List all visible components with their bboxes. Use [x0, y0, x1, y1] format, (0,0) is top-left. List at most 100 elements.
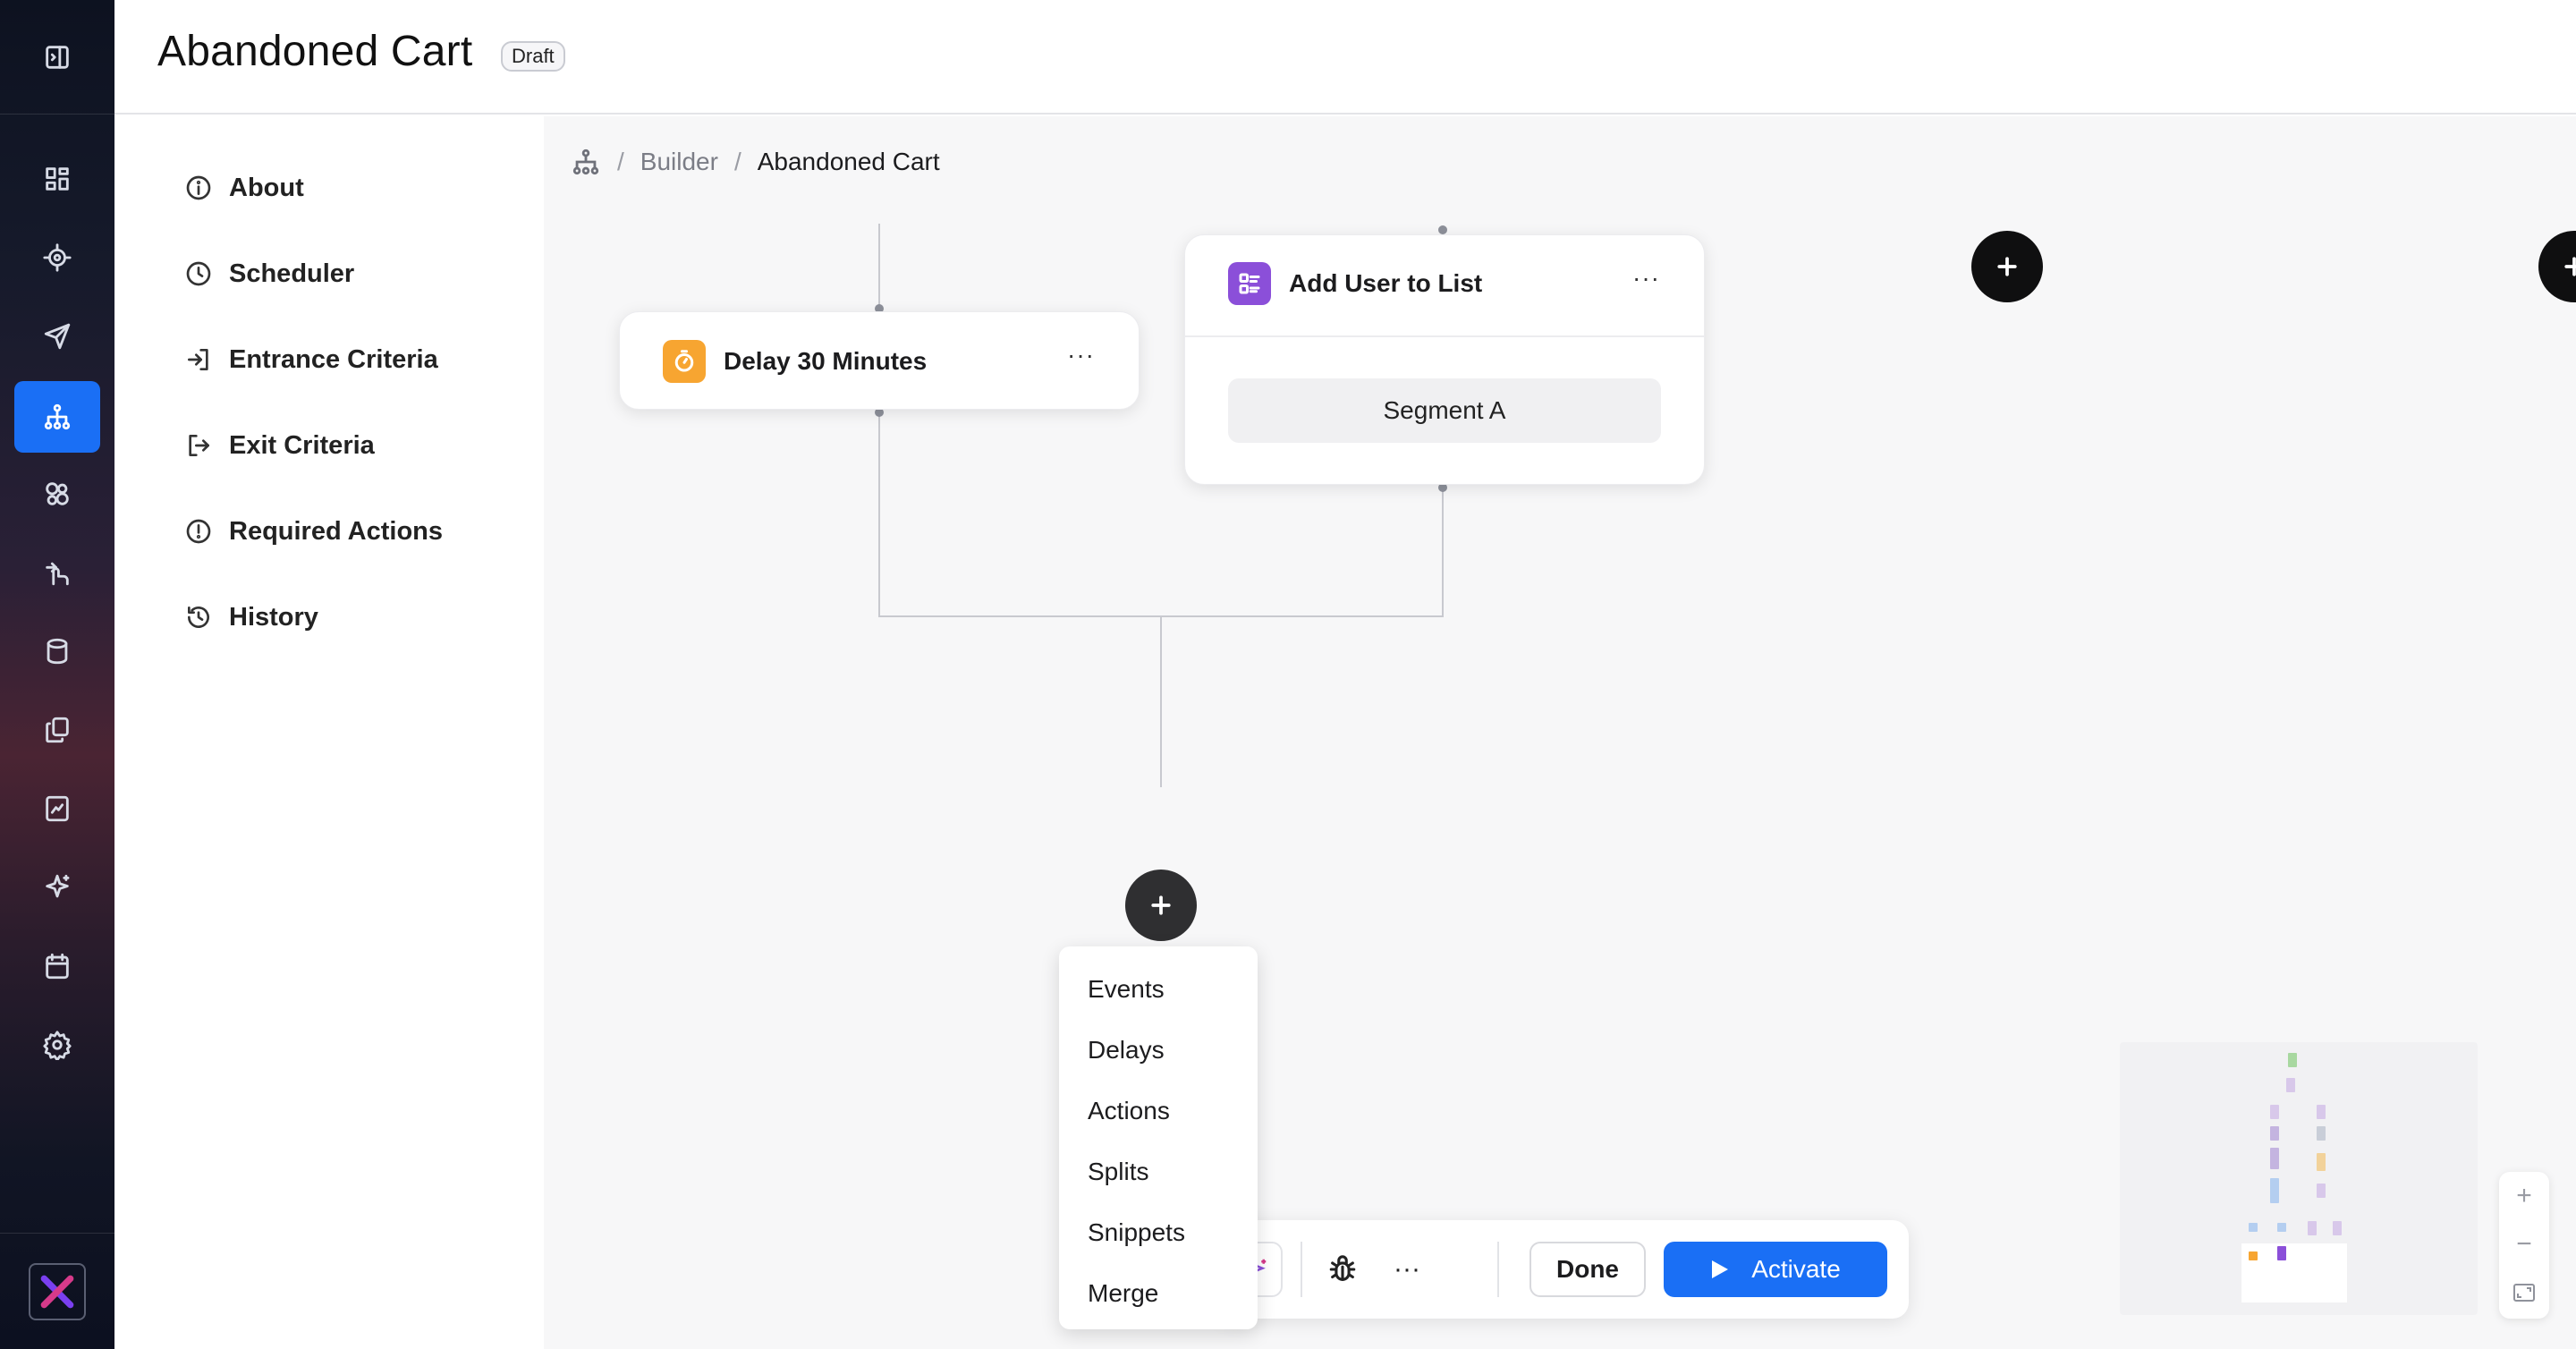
menu-item-merge[interactable]: Merge: [1059, 1263, 1258, 1324]
database-icon[interactable]: [14, 615, 100, 687]
alert-icon: [186, 519, 211, 544]
node-more-button[interactable]: ···: [1632, 264, 1660, 293]
zoom-in-button[interactable]: +: [2499, 1172, 2549, 1220]
minimap-node: [2317, 1105, 2326, 1119]
nav-item-required-actions[interactable]: Required Actions: [184, 510, 443, 553]
minimap-node: [2317, 1153, 2326, 1171]
toolbar-divider: [1301, 1242, 1302, 1297]
exit-icon: [189, 435, 209, 456]
plus-icon: [2564, 257, 2576, 276]
minimap[interactable]: [2120, 1042, 2478, 1315]
journey-canvas[interactable]: / Builder / Abandoned Cart Delay 30 Minu…: [544, 116, 2576, 1349]
gear-icon[interactable]: [14, 1009, 100, 1081]
history-icon: [188, 607, 209, 628]
nav-item-label: Entrance Criteria: [229, 344, 438, 374]
nav-item-label: Scheduler: [229, 259, 355, 288]
minimap-node: [2277, 1246, 2286, 1260]
nav-item-history[interactable]: History: [184, 596, 318, 639]
add-step-menu: Events Delays Actions Splits Snippets Me…: [1059, 946, 1258, 1329]
node-divider: [1185, 335, 1704, 337]
timer-icon: [663, 340, 706, 383]
minimap-node: [2270, 1126, 2279, 1141]
sparkle-icon[interactable]: [14, 852, 100, 923]
info-icon: [186, 175, 211, 200]
brand-logo[interactable]: [29, 1263, 86, 1320]
app-rail: [0, 0, 114, 1349]
minimap-node: [2286, 1078, 2295, 1092]
menu-item-delays[interactable]: Delays: [1059, 1020, 1258, 1081]
add-step-button[interactable]: [1125, 870, 1197, 941]
minimap-node: [2288, 1053, 2297, 1067]
breadcrumb-separator: /: [733, 148, 741, 175]
bug-icon: [1329, 1255, 1356, 1281]
list-icon: [1228, 262, 1271, 305]
breadcrumb: / Builder / Abandoned Cart: [571, 147, 940, 177]
segments-icon[interactable]: [14, 458, 100, 530]
plus-icon: [1997, 257, 2017, 276]
journey-settings-nav: About Scheduler Entrance Criteria Exit C…: [114, 116, 544, 1349]
copy-icon[interactable]: [14, 694, 100, 766]
minimap-node: [2333, 1221, 2342, 1235]
menu-item-splits[interactable]: Splits: [1059, 1141, 1258, 1202]
breadcrumb-separator: /: [617, 148, 624, 175]
journey-icon[interactable]: [14, 381, 100, 453]
breadcrumb-current: Abandoned Cart: [757, 148, 940, 175]
clock-icon: [186, 261, 211, 286]
page-title: Abandoned Cart: [157, 28, 473, 75]
connector-line: [1442, 488, 1444, 617]
fit-view-button[interactable]: [2499, 1268, 2549, 1317]
nav-item-entrance-criteria[interactable]: Entrance Criteria: [184, 338, 438, 381]
node-title: Delay 30 Minutes: [724, 347, 928, 375]
menu-item-events[interactable]: Events: [1059, 959, 1258, 1020]
page-header: Abandoned Cart Draft: [114, 0, 2576, 115]
add-step-button[interactable]: [2538, 231, 2576, 302]
rail-divider: [0, 1233, 114, 1234]
fit-view-icon: [2513, 1284, 2535, 1302]
minimap-node: [2270, 1178, 2279, 1203]
connector-line: [878, 411, 880, 617]
zoom-out-button[interactable]: −: [2499, 1220, 2549, 1268]
calendar-icon[interactable]: [14, 930, 100, 1002]
node-more-button[interactable]: ···: [1067, 341, 1095, 369]
breadcrumb-builder[interactable]: Builder: [640, 148, 718, 176]
nav-item-scheduler[interactable]: Scheduler: [184, 252, 354, 295]
report-icon[interactable]: [14, 773, 100, 844]
interactions-icon[interactable]: [14, 537, 100, 608]
debug-button[interactable]: [1318, 1245, 1367, 1294]
node-title: Add User to List: [1289, 269, 1483, 297]
nav-item-label: About: [229, 173, 304, 202]
sidebar-toggle-icon[interactable]: [14, 21, 100, 93]
send-icon[interactable]: [14, 301, 100, 372]
activate-label: Activate: [1751, 1255, 1841, 1283]
dashboard-icon[interactable]: [14, 143, 100, 215]
toolbar-divider: [1497, 1242, 1499, 1297]
minimap-node: [2317, 1126, 2326, 1141]
menu-item-actions[interactable]: Actions: [1059, 1081, 1258, 1141]
nav-item-exit-criteria[interactable]: Exit Criteria: [184, 424, 375, 467]
zoom-controls: + −: [2499, 1172, 2549, 1319]
nav-item-label: Required Actions: [229, 516, 444, 546]
add-step-button[interactable]: [1971, 231, 2043, 302]
menu-item-snippets[interactable]: Snippets: [1059, 1202, 1258, 1263]
canvas-toolbar: ··· Done Activate: [1216, 1220, 1909, 1319]
nav-item-about[interactable]: About: [184, 166, 304, 209]
play-icon: [1712, 1260, 1729, 1278]
minimap-node: [2249, 1251, 2258, 1260]
minimap-node: [2249, 1223, 2258, 1232]
segment-chip[interactable]: Segment A: [1228, 378, 1661, 443]
add-user-to-list-node[interactable]: Add User to List ··· Segment A: [1184, 234, 1705, 485]
journey-icon[interactable]: [571, 147, 601, 177]
target-icon[interactable]: [14, 222, 100, 293]
minimap-node: [2317, 1184, 2326, 1198]
status-badge: Draft: [501, 41, 565, 72]
more-options-button[interactable]: ···: [1383, 1245, 1431, 1294]
done-button[interactable]: Done: [1530, 1242, 1646, 1297]
enter-icon: [188, 349, 208, 370]
activate-button[interactable]: Activate: [1664, 1242, 1887, 1297]
nav-item-label: History: [229, 602, 318, 632]
minimap-node: [2277, 1223, 2286, 1232]
connector-line: [1160, 615, 1162, 787]
delay-node[interactable]: Delay 30 Minutes ···: [619, 311, 1140, 410]
connector-port[interactable]: [1438, 225, 1447, 234]
minimap-node: [2270, 1148, 2279, 1169]
